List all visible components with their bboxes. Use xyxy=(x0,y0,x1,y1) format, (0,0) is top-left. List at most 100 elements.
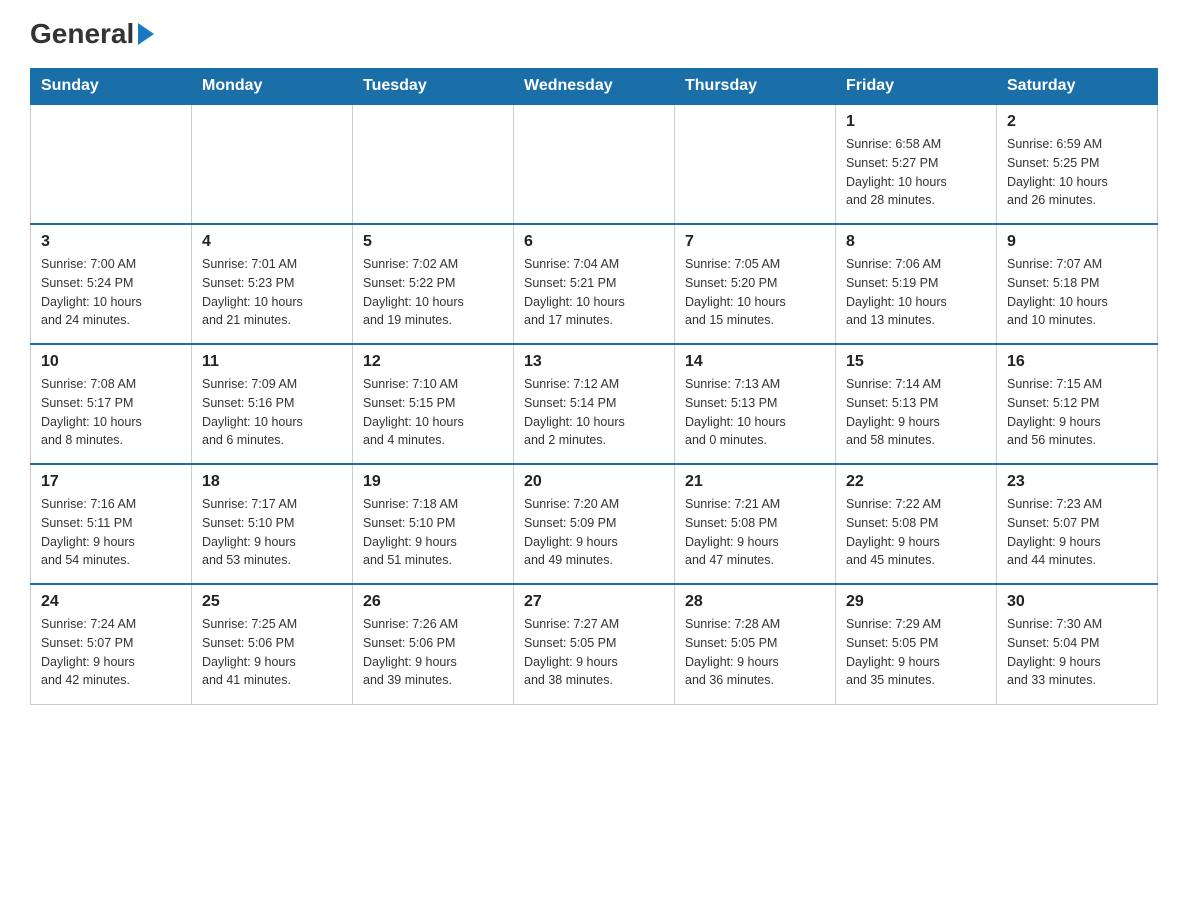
week-row-4: 17 Sunrise: 7:16 AM Sunset: 5:11 PM Dayli… xyxy=(31,464,1158,584)
week-row-3: 10Sunrise: 7:08 AM Sunset: 5:17 PM Dayli… xyxy=(31,344,1158,464)
day-info: Sunrise: 7:29 AM Sunset: 5:05 PM Dayligh… xyxy=(846,615,986,690)
calendar-cell: 25 Sunrise: 7:25 AM Sunset: 5:06 PM Dayli… xyxy=(192,584,353,704)
day-info: Sunrise: 7:04 AM Sunset: 5:21 PM Dayligh… xyxy=(524,255,664,330)
day-info: Sunrise: 7:16 AM Sunset: 5:11 PM Dayligh… xyxy=(41,495,181,570)
day-info: Sunrise: 7:10 AM Sunset: 5:15 PM Dayligh… xyxy=(363,375,503,450)
logo-general-text: General xyxy=(30,20,154,48)
calendar-cell: 26 Sunrise: 7:26 AM Sunset: 5:06 PM Dayli… xyxy=(353,584,514,704)
logo: General xyxy=(30,20,154,48)
week-row-2: 3 Sunrise: 7:00 AM Sunset: 5:24 PM Daylig… xyxy=(31,224,1158,344)
day-number: 17 xyxy=(41,473,181,491)
day-number: 16 xyxy=(1007,353,1147,371)
day-info: Sunrise: 7:18 AM Sunset: 5:10 PM Dayligh… xyxy=(363,495,503,570)
day-number: 24 xyxy=(41,593,181,611)
calendar-cell: 10Sunrise: 7:08 AM Sunset: 5:17 PM Dayli… xyxy=(31,344,192,464)
day-number: 9 xyxy=(1007,233,1147,251)
day-info: Sunrise: 7:23 AM Sunset: 5:07 PM Dayligh… xyxy=(1007,495,1147,570)
calendar-cell: 14 Sunrise: 7:13 AM Sunset: 5:13 PM Dayli… xyxy=(675,344,836,464)
calendar-cell: 22 Sunrise: 7:22 AM Sunset: 5:08 PM Dayli… xyxy=(836,464,997,584)
calendar-cell xyxy=(31,104,192,224)
day-number: 30 xyxy=(1007,593,1147,611)
day-info: Sunrise: 7:26 AM Sunset: 5:06 PM Dayligh… xyxy=(363,615,503,690)
calendar-cell xyxy=(675,104,836,224)
calendar-cell: 7 Sunrise: 7:05 AM Sunset: 5:20 PM Daylig… xyxy=(675,224,836,344)
day-number: 8 xyxy=(846,233,986,251)
day-info: Sunrise: 7:02 AM Sunset: 5:22 PM Dayligh… xyxy=(363,255,503,330)
day-info: Sunrise: 7:13 AM Sunset: 5:13 PM Dayligh… xyxy=(685,375,825,450)
day-info: Sunrise: 7:01 AM Sunset: 5:23 PM Dayligh… xyxy=(202,255,342,330)
day-number: 20 xyxy=(524,473,664,491)
weekday-header-friday: Friday xyxy=(836,69,997,105)
day-number: 1 xyxy=(846,113,986,131)
weekday-header-monday: Monday xyxy=(192,69,353,105)
day-info: Sunrise: 7:06 AM Sunset: 5:19 PM Dayligh… xyxy=(846,255,986,330)
day-info: Sunrise: 7:25 AM Sunset: 5:06 PM Dayligh… xyxy=(202,615,342,690)
day-number: 22 xyxy=(846,473,986,491)
calendar-cell: 5Sunrise: 7:02 AM Sunset: 5:22 PM Daylig… xyxy=(353,224,514,344)
day-number: 11 xyxy=(202,353,342,371)
calendar-cell: 16 Sunrise: 7:15 AM Sunset: 5:12 PM Dayli… xyxy=(997,344,1158,464)
day-number: 7 xyxy=(685,233,825,251)
calendar-cell: 6 Sunrise: 7:04 AM Sunset: 5:21 PM Daylig… xyxy=(514,224,675,344)
calendar-cell: 24 Sunrise: 7:24 AM Sunset: 5:07 PM Dayli… xyxy=(31,584,192,704)
calendar-cell: 9 Sunrise: 7:07 AM Sunset: 5:18 PM Daylig… xyxy=(997,224,1158,344)
day-number: 25 xyxy=(202,593,342,611)
calendar-cell: 20 Sunrise: 7:20 AM Sunset: 5:09 PM Dayli… xyxy=(514,464,675,584)
calendar-cell: 4 Sunrise: 7:01 AM Sunset: 5:23 PM Daylig… xyxy=(192,224,353,344)
day-info: Sunrise: 7:27 AM Sunset: 5:05 PM Dayligh… xyxy=(524,615,664,690)
day-info: Sunrise: 7:09 AM Sunset: 5:16 PM Dayligh… xyxy=(202,375,342,450)
day-number: 29 xyxy=(846,593,986,611)
calendar-cell: 12 Sunrise: 7:10 AM Sunset: 5:15 PM Dayli… xyxy=(353,344,514,464)
calendar-cell xyxy=(353,104,514,224)
day-number: 27 xyxy=(524,593,664,611)
day-info: Sunrise: 7:14 AM Sunset: 5:13 PM Dayligh… xyxy=(846,375,986,450)
day-number: 15 xyxy=(846,353,986,371)
calendar-table: SundayMondayTuesdayWednesdayThursdayFrid… xyxy=(30,68,1158,705)
day-info: Sunrise: 7:28 AM Sunset: 5:05 PM Dayligh… xyxy=(685,615,825,690)
calendar-cell: 3 Sunrise: 7:00 AM Sunset: 5:24 PM Daylig… xyxy=(31,224,192,344)
day-number: 18 xyxy=(202,473,342,491)
calendar-cell: 15 Sunrise: 7:14 AM Sunset: 5:13 PM Dayli… xyxy=(836,344,997,464)
calendar-cell: 1 Sunrise: 6:58 AM Sunset: 5:27 PM Daylig… xyxy=(836,104,997,224)
weekday-header-saturday: Saturday xyxy=(997,69,1158,105)
day-info: Sunrise: 7:24 AM Sunset: 5:07 PM Dayligh… xyxy=(41,615,181,690)
weekday-header-thursday: Thursday xyxy=(675,69,836,105)
day-info: Sunrise: 6:59 AM Sunset: 5:25 PM Dayligh… xyxy=(1007,135,1147,210)
calendar-cell: 27 Sunrise: 7:27 AM Sunset: 5:05 PM Dayli… xyxy=(514,584,675,704)
weekday-header-row: SundayMondayTuesdayWednesdayThursdayFrid… xyxy=(31,69,1158,105)
day-number: 23 xyxy=(1007,473,1147,491)
day-info: Sunrise: 7:21 AM Sunset: 5:08 PM Dayligh… xyxy=(685,495,825,570)
day-number: 3 xyxy=(41,233,181,251)
day-info: Sunrise: 6:58 AM Sunset: 5:27 PM Dayligh… xyxy=(846,135,986,210)
day-info: Sunrise: 7:30 AM Sunset: 5:04 PM Dayligh… xyxy=(1007,615,1147,690)
day-info: Sunrise: 7:15 AM Sunset: 5:12 PM Dayligh… xyxy=(1007,375,1147,450)
day-number: 10 xyxy=(41,353,181,371)
day-number: 12 xyxy=(363,353,503,371)
day-info: Sunrise: 7:12 AM Sunset: 5:14 PM Dayligh… xyxy=(524,375,664,450)
weekday-header-tuesday: Tuesday xyxy=(353,69,514,105)
calendar-cell: 30 Sunrise: 7:30 AM Sunset: 5:04 PM Dayli… xyxy=(997,584,1158,704)
weekday-header-wednesday: Wednesday xyxy=(514,69,675,105)
calendar-cell: 28 Sunrise: 7:28 AM Sunset: 5:05 PM Dayli… xyxy=(675,584,836,704)
day-info: Sunrise: 7:22 AM Sunset: 5:08 PM Dayligh… xyxy=(846,495,986,570)
day-number: 4 xyxy=(202,233,342,251)
day-number: 19 xyxy=(363,473,503,491)
day-info: Sunrise: 7:17 AM Sunset: 5:10 PM Dayligh… xyxy=(202,495,342,570)
calendar-cell: 29 Sunrise: 7:29 AM Sunset: 5:05 PM Dayli… xyxy=(836,584,997,704)
day-info: Sunrise: 7:05 AM Sunset: 5:20 PM Dayligh… xyxy=(685,255,825,330)
day-number: 21 xyxy=(685,473,825,491)
day-info: Sunrise: 7:00 AM Sunset: 5:24 PM Dayligh… xyxy=(41,255,181,330)
day-number: 28 xyxy=(685,593,825,611)
calendar-cell: 11 Sunrise: 7:09 AM Sunset: 5:16 PM Dayli… xyxy=(192,344,353,464)
calendar-cell: 8 Sunrise: 7:06 AM Sunset: 5:19 PM Daylig… xyxy=(836,224,997,344)
page-header: General xyxy=(30,20,1158,48)
day-number: 14 xyxy=(685,353,825,371)
day-number: 2 xyxy=(1007,113,1147,131)
day-info: Sunrise: 7:20 AM Sunset: 5:09 PM Dayligh… xyxy=(524,495,664,570)
day-number: 26 xyxy=(363,593,503,611)
calendar-cell: 17 Sunrise: 7:16 AM Sunset: 5:11 PM Dayli… xyxy=(31,464,192,584)
day-number: 6 xyxy=(524,233,664,251)
day-info: Sunrise: 7:07 AM Sunset: 5:18 PM Dayligh… xyxy=(1007,255,1147,330)
week-row-5: 24 Sunrise: 7:24 AM Sunset: 5:07 PM Dayli… xyxy=(31,584,1158,704)
calendar-cell: 19 Sunrise: 7:18 AM Sunset: 5:10 PM Dayli… xyxy=(353,464,514,584)
